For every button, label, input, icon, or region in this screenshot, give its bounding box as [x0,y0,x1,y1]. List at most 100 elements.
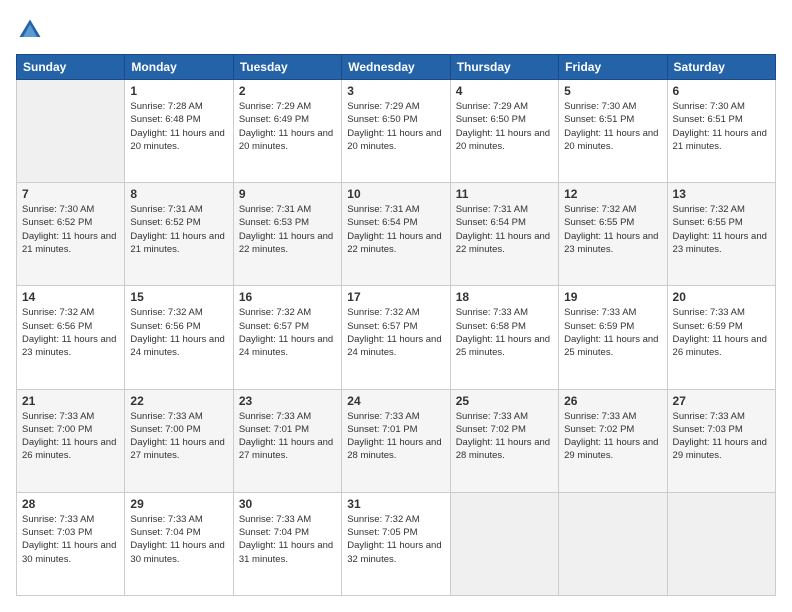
sunset: Sunset: 6:58 PM [456,321,526,332]
sunrise: Sunrise: 7:33 AM [347,411,419,422]
day-number: 22 [130,394,227,408]
sunset: Sunset: 7:01 PM [347,424,417,435]
calendar-header-sunday: Sunday [17,55,125,80]
day-info: Sunrise: 7:33 AM Sunset: 6:58 PM Dayligh… [456,306,553,359]
calendar-cell: 6 Sunrise: 7:30 AM Sunset: 6:51 PM Dayli… [667,80,775,183]
sunset: Sunset: 7:05 PM [347,527,417,538]
daylight: Daylight: 11 hours and 20 minutes. [347,128,441,152]
day-number: 26 [564,394,661,408]
day-number: 4 [456,84,553,98]
day-number: 3 [347,84,444,98]
sunrise: Sunrise: 7:33 AM [673,411,745,422]
sunset: Sunset: 6:59 PM [564,321,634,332]
sunset: Sunset: 6:55 PM [564,217,634,228]
sunset: Sunset: 7:04 PM [239,527,309,538]
daylight: Daylight: 11 hours and 21 minutes. [130,231,224,255]
sunrise: Sunrise: 7:33 AM [456,307,528,318]
day-info: Sunrise: 7:31 AM Sunset: 6:54 PM Dayligh… [456,203,553,256]
calendar-cell: 5 Sunrise: 7:30 AM Sunset: 6:51 PM Dayli… [559,80,667,183]
calendar-cell: 24 Sunrise: 7:33 AM Sunset: 7:01 PM Dayl… [342,389,450,492]
sunrise: Sunrise: 7:31 AM [456,204,528,215]
sunrise: Sunrise: 7:33 AM [22,411,94,422]
day-info: Sunrise: 7:33 AM Sunset: 7:00 PM Dayligh… [22,410,119,463]
page: SundayMondayTuesdayWednesdayThursdayFrid… [0,0,792,612]
daylight: Daylight: 11 hours and 24 minutes. [239,334,333,358]
sunset: Sunset: 7:00 PM [130,424,200,435]
day-info: Sunrise: 7:32 AM Sunset: 6:55 PM Dayligh… [564,203,661,256]
sunrise: Sunrise: 7:29 AM [456,101,528,112]
calendar-week-row: 21 Sunrise: 7:33 AM Sunset: 7:00 PM Dayl… [17,389,776,492]
day-number: 23 [239,394,336,408]
daylight: Daylight: 11 hours and 23 minutes. [22,334,116,358]
daylight: Daylight: 11 hours and 21 minutes. [673,128,767,152]
header [16,16,776,44]
daylight: Daylight: 11 hours and 28 minutes. [347,437,441,461]
sunrise: Sunrise: 7:32 AM [239,307,311,318]
sunrise: Sunrise: 7:31 AM [239,204,311,215]
day-number: 9 [239,187,336,201]
calendar-cell: 11 Sunrise: 7:31 AM Sunset: 6:54 PM Dayl… [450,183,558,286]
sunrise: Sunrise: 7:33 AM [673,307,745,318]
day-info: Sunrise: 7:32 AM Sunset: 6:56 PM Dayligh… [130,306,227,359]
calendar-cell: 25 Sunrise: 7:33 AM Sunset: 7:02 PM Dayl… [450,389,558,492]
day-info: Sunrise: 7:31 AM Sunset: 6:52 PM Dayligh… [130,203,227,256]
daylight: Daylight: 11 hours and 20 minutes. [456,128,550,152]
calendar-cell: 2 Sunrise: 7:29 AM Sunset: 6:49 PM Dayli… [233,80,341,183]
day-info: Sunrise: 7:33 AM Sunset: 6:59 PM Dayligh… [673,306,770,359]
daylight: Daylight: 11 hours and 29 minutes. [564,437,658,461]
sunrise: Sunrise: 7:33 AM [22,514,94,525]
day-info: Sunrise: 7:33 AM Sunset: 7:03 PM Dayligh… [673,410,770,463]
calendar-header-row: SundayMondayTuesdayWednesdayThursdayFrid… [17,55,776,80]
sunrise: Sunrise: 7:30 AM [673,101,745,112]
day-info: Sunrise: 7:32 AM Sunset: 6:55 PM Dayligh… [673,203,770,256]
calendar-week-row: 7 Sunrise: 7:30 AM Sunset: 6:52 PM Dayli… [17,183,776,286]
daylight: Daylight: 11 hours and 26 minutes. [22,437,116,461]
calendar-header-friday: Friday [559,55,667,80]
day-number: 1 [130,84,227,98]
sunrise: Sunrise: 7:33 AM [564,307,636,318]
daylight: Daylight: 11 hours and 22 minutes. [347,231,441,255]
day-number: 25 [456,394,553,408]
day-number: 12 [564,187,661,201]
daylight: Daylight: 11 hours and 20 minutes. [564,128,658,152]
calendar-cell: 14 Sunrise: 7:32 AM Sunset: 6:56 PM Dayl… [17,286,125,389]
day-info: Sunrise: 7:31 AM Sunset: 6:54 PM Dayligh… [347,203,444,256]
sunrise: Sunrise: 7:30 AM [564,101,636,112]
sunset: Sunset: 6:54 PM [347,217,417,228]
daylight: Daylight: 11 hours and 22 minutes. [239,231,333,255]
daylight: Daylight: 11 hours and 23 minutes. [564,231,658,255]
day-info: Sunrise: 7:33 AM Sunset: 7:04 PM Dayligh… [239,513,336,566]
day-info: Sunrise: 7:33 AM Sunset: 7:00 PM Dayligh… [130,410,227,463]
day-number: 21 [22,394,119,408]
sunset: Sunset: 7:03 PM [22,527,92,538]
sunset: Sunset: 6:52 PM [22,217,92,228]
calendar-cell: 20 Sunrise: 7:33 AM Sunset: 6:59 PM Dayl… [667,286,775,389]
day-number: 13 [673,187,770,201]
sunset: Sunset: 7:02 PM [564,424,634,435]
day-info: Sunrise: 7:32 AM Sunset: 6:56 PM Dayligh… [22,306,119,359]
sunset: Sunset: 6:49 PM [239,114,309,125]
sunrise: Sunrise: 7:33 AM [130,514,202,525]
day-number: 2 [239,84,336,98]
calendar-cell: 29 Sunrise: 7:33 AM Sunset: 7:04 PM Dayl… [125,492,233,595]
sunrise: Sunrise: 7:32 AM [347,514,419,525]
day-info: Sunrise: 7:32 AM Sunset: 7:05 PM Dayligh… [347,513,444,566]
calendar-cell: 22 Sunrise: 7:33 AM Sunset: 7:00 PM Dayl… [125,389,233,492]
sunrise: Sunrise: 7:29 AM [347,101,419,112]
daylight: Daylight: 11 hours and 32 minutes. [347,540,441,564]
calendar-cell: 8 Sunrise: 7:31 AM Sunset: 6:52 PM Dayli… [125,183,233,286]
calendar-header-saturday: Saturday [667,55,775,80]
sunset: Sunset: 6:55 PM [673,217,743,228]
day-number: 27 [673,394,770,408]
day-info: Sunrise: 7:30 AM Sunset: 6:52 PM Dayligh… [22,203,119,256]
calendar-table: SundayMondayTuesdayWednesdayThursdayFrid… [16,54,776,596]
daylight: Daylight: 11 hours and 22 minutes. [456,231,550,255]
calendar-cell: 21 Sunrise: 7:33 AM Sunset: 7:00 PM Dayl… [17,389,125,492]
calendar-header-tuesday: Tuesday [233,55,341,80]
day-info: Sunrise: 7:30 AM Sunset: 6:51 PM Dayligh… [673,100,770,153]
sunset: Sunset: 6:54 PM [456,217,526,228]
calendar-cell: 23 Sunrise: 7:33 AM Sunset: 7:01 PM Dayl… [233,389,341,492]
day-number: 29 [130,497,227,511]
daylight: Daylight: 11 hours and 24 minutes. [130,334,224,358]
sunrise: Sunrise: 7:32 AM [564,204,636,215]
